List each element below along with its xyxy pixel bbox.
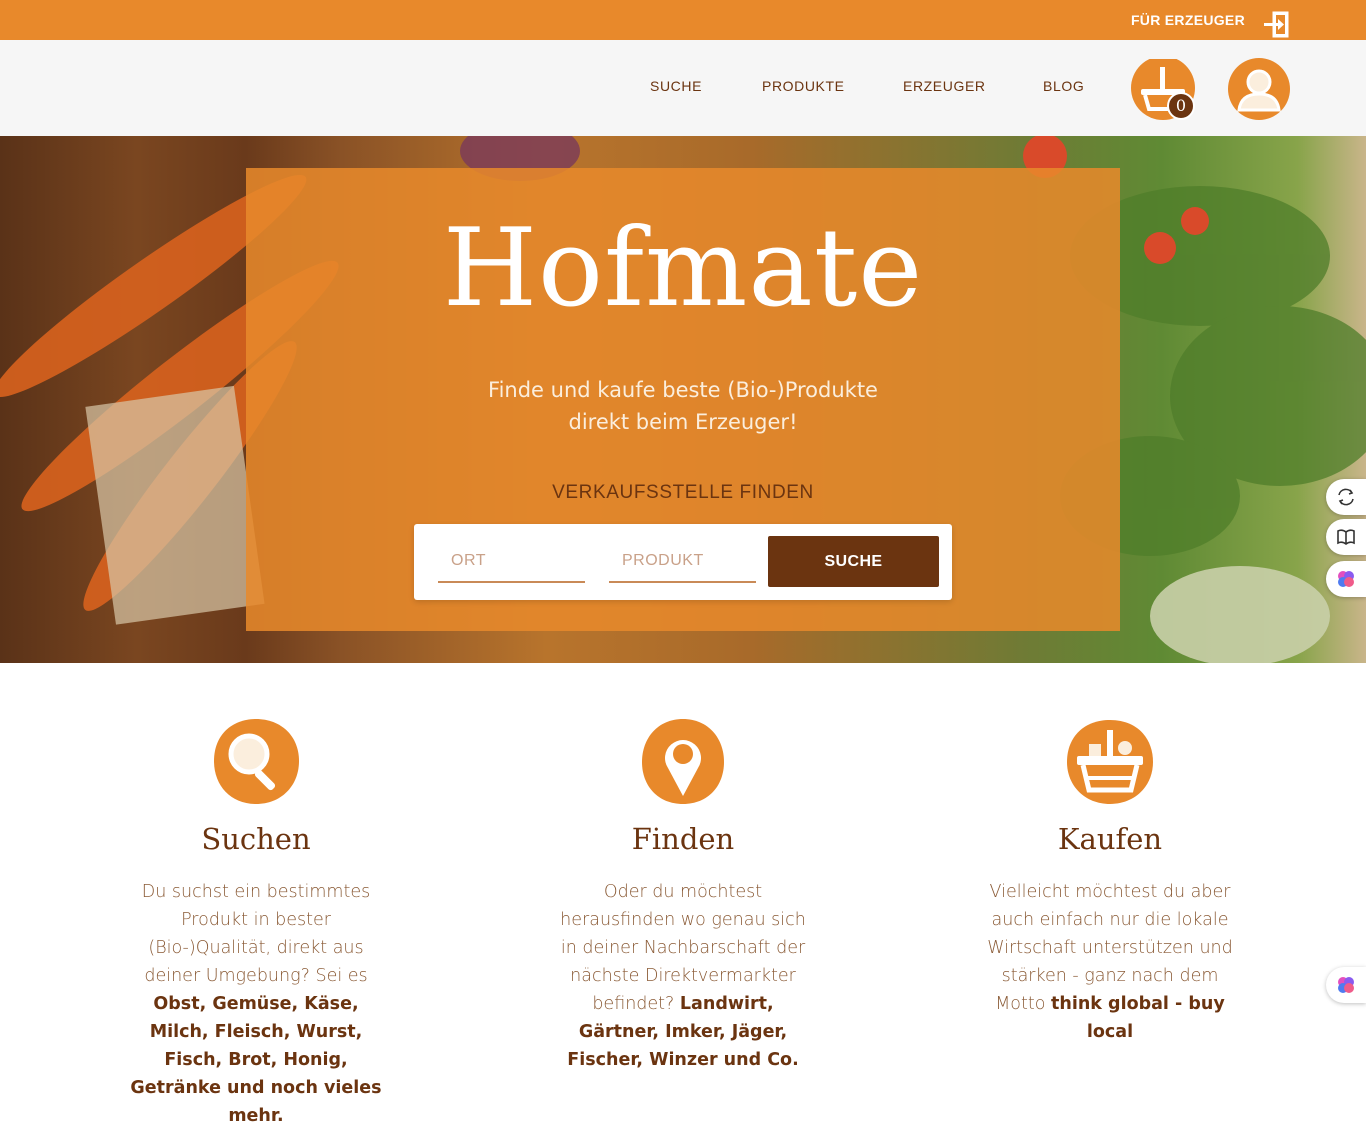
magnifier-icon xyxy=(214,719,299,804)
search-form: SUCHE xyxy=(414,524,952,600)
hero-subtitle-line-1: Finde und kaufe beste (Bio-)Produkte xyxy=(488,378,878,402)
producer-link[interactable]: FÜR ERZEUGER xyxy=(1131,12,1245,28)
ai-assistant-widget-secondary[interactable] xyxy=(1326,967,1366,1003)
feature-title: Finden xyxy=(631,822,735,856)
user-icon xyxy=(1228,58,1290,120)
feature-description: Du suchst ein bestimmtes Produkt in best… xyxy=(126,878,386,1130)
account-button[interactable] xyxy=(1228,58,1290,120)
location-input[interactable] xyxy=(438,540,585,583)
nav-item-blog[interactable]: BLOG xyxy=(1043,78,1084,94)
hero-panel: Hofmate Finde und kaufe beste (Bio-)Prod… xyxy=(246,168,1120,631)
book-icon xyxy=(1337,529,1355,545)
brand-title: Hofmate xyxy=(442,206,924,331)
feature-find: Finden Oder du möchtest herausfinden wo … xyxy=(538,716,828,1074)
feature-description: Oder du möchtest herausfinden wo genau s… xyxy=(553,878,813,1074)
nav-item-search[interactable]: SUCHE xyxy=(650,78,702,94)
search-button[interactable]: SUCHE xyxy=(768,536,939,587)
feature-title: Kaufen xyxy=(1057,822,1163,856)
hero-banner: Hofmate Finde und kaufe beste (Bio-)Prod… xyxy=(0,136,1366,663)
feature-description: Vielleicht möchtest du aber auch einfach… xyxy=(980,878,1240,1046)
brain-icon xyxy=(1338,977,1354,993)
cart-button[interactable]: 0 xyxy=(1131,56,1195,121)
feature-highlight: Obst, Gemüse, Käse, Milch, Fleisch, Wurs… xyxy=(130,994,382,1126)
top-bar: FÜR ERZEUGER xyxy=(0,0,1366,40)
ai-assistant-widget[interactable] xyxy=(1326,561,1366,597)
find-store-heading: VERKAUFSSTELLE FINDEN xyxy=(552,482,814,503)
hero-subtitle-line-2: direkt beim Erzeuger! xyxy=(568,410,798,434)
translate-widget[interactable] xyxy=(1326,479,1366,515)
reader-widget[interactable] xyxy=(1326,519,1366,555)
door-exit-icon[interactable] xyxy=(1262,9,1292,39)
feature-buy: Kaufen Vielleicht möchtest du aber auch … xyxy=(965,716,1255,1046)
main-navbar: SUCHE PRODUKTE ERZEUGER BLOG 0 xyxy=(0,40,1366,136)
basket-icon xyxy=(1067,720,1153,804)
nav-item-producers[interactable]: ERZEUGER xyxy=(903,78,986,94)
translate-icon xyxy=(1338,488,1354,506)
product-input[interactable] xyxy=(609,540,756,583)
feature-search: Suchen Du suchst ein bestimmtes Produkt … xyxy=(111,716,401,1130)
feature-title: Suchen xyxy=(201,822,311,856)
brain-icon xyxy=(1338,571,1354,587)
map-pin-icon xyxy=(642,719,724,804)
feature-highlight: think global - buy local xyxy=(1051,994,1225,1042)
hero-subtitle: Finde und kaufe beste (Bio-)Produkte dir… xyxy=(433,374,933,438)
cart-count-badge: 0 xyxy=(1167,92,1195,120)
feature-text: Du suchst ein bestimmtes Produkt in best… xyxy=(141,882,371,986)
nav-item-products[interactable]: PRODUKTE xyxy=(762,78,845,94)
